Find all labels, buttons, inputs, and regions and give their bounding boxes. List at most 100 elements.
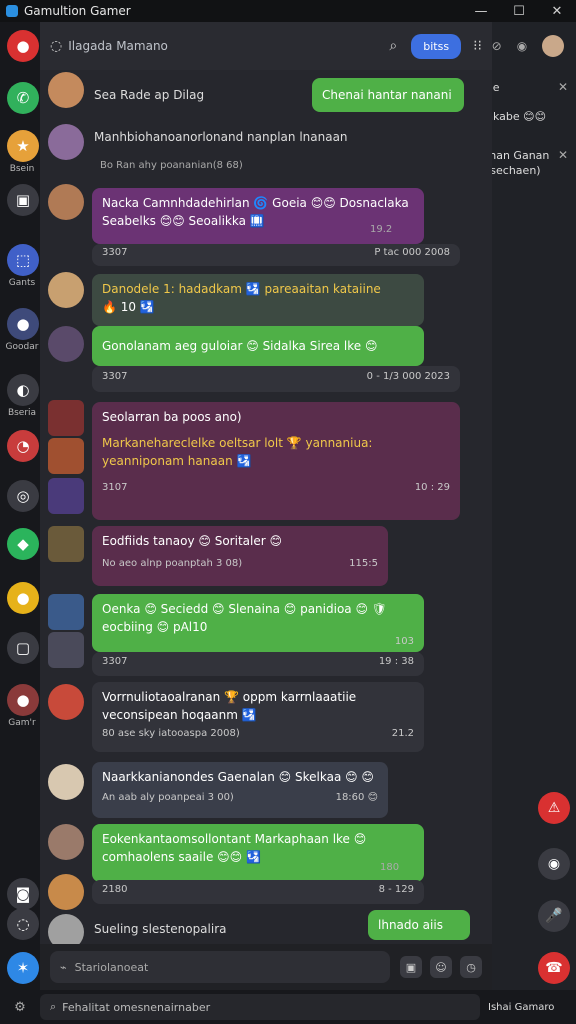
right-panel: ⊘ ◉ ae nkabe 😊😊 ✕ Ihan Ganan (sechaen) ✕… — [480, 22, 576, 1024]
message-text: Eodfiids tanaoy 😊 Soritaler 😊 — [102, 534, 282, 548]
avatar[interactable] — [48, 764, 84, 800]
right-card-1-emoji: nkabe 😊😊 — [486, 110, 547, 123]
app-icon — [6, 5, 18, 17]
header-action-button[interactable]: bitss — [411, 33, 462, 59]
message-time: 180 — [380, 862, 400, 873]
search-icon: ⌕ — [50, 1000, 57, 1013]
message-bubble[interactable]: Naarkkanianondes Gaenalan 😊 Skelkaa 😊 😊 … — [92, 762, 388, 818]
message-text: Eokenkantaomsollontant Markaphaan lke 😊 … — [102, 832, 367, 864]
rail-item[interactable]: ✶ — [7, 952, 39, 984]
rail-item[interactable]: ▣ — [7, 184, 39, 216]
record-icon[interactable]: ◉ — [538, 848, 570, 880]
close-icon[interactable]: ✕ — [558, 148, 568, 162]
rail-item[interactable]: ◆ — [7, 528, 39, 560]
bottom-bar: ⚙ ⌕ Fehalitat omesnenairnaber Ishai Gama… — [0, 990, 576, 1024]
message-bubble[interactable]: Eodfiids tanaoy 😊 Soritaler 😊 No aeo aln… — [92, 526, 388, 586]
message-bubble[interactable]: Eokenkantaomsollontant Markaphaan lke 😊 … — [92, 824, 424, 882]
window-titlebar: Gamultion Gamer — ☐ ✕ — [0, 0, 576, 22]
minimize-button[interactable]: — — [462, 4, 500, 19]
message-text: Naarkkanianondes Gaenalan 😊 Skelkaa 😊 😊 — [102, 770, 374, 784]
rail-item[interactable]: ★ — [7, 130, 39, 162]
rail-item[interactable]: ◌ — [7, 908, 39, 940]
rail-item[interactable]: ◙ — [7, 878, 39, 910]
rail-item[interactable]: ▢ — [7, 632, 39, 664]
message-bubble[interactable]: Vorrnuliotaoalranan 🏆 oppm karrnlaaatiie… — [92, 682, 424, 752]
clock-icon[interactable]: ◷ — [460, 956, 482, 978]
thumbnail[interactable] — [48, 400, 84, 436]
avatar[interactable] — [48, 326, 84, 362]
message-bubble[interactable]: Gonolanam aeg guloiar 😊 Sidalka Sirea lk… — [92, 326, 424, 366]
message-meta-right: 10 : 29 — [414, 482, 450, 493]
avatar[interactable] — [48, 72, 84, 108]
avatar[interactable] — [48, 824, 84, 860]
link-icon[interactable]: ⊘ — [492, 39, 502, 53]
rail-item[interactable]: ● — [7, 30, 39, 62]
profile-avatar[interactable] — [542, 35, 565, 57]
rail-item[interactable]: ◔ — [7, 430, 39, 462]
message-meta-left: 2180 — [102, 884, 128, 895]
window-controls: — ☐ ✕ — [462, 4, 576, 19]
search-icon[interactable]: ⌕ — [389, 38, 397, 54]
thumbnail[interactable] — [48, 594, 84, 630]
message-input[interactable]: ⌁ Stariolanoeat — [50, 951, 390, 983]
message-time: 115:5 — [349, 558, 378, 569]
message-text: Manhbiohanoanorlonand nanplan lnanaan — [94, 130, 348, 144]
thumbnail[interactable] — [48, 478, 84, 514]
avatar[interactable] — [48, 124, 84, 160]
avatar[interactable] — [48, 184, 84, 220]
attach-icon[interactable]: ⌁ — [60, 961, 67, 974]
message-time: 19.2 — [370, 224, 393, 235]
back-icon[interactable]: ◌ — [50, 38, 62, 54]
sticker-icon[interactable]: ☺ — [430, 956, 452, 978]
thumbnail[interactable] — [48, 632, 84, 668]
message-text: Chenai hantar nanani — [322, 88, 452, 102]
more-icon[interactable]: ⁝⁝ — [473, 38, 482, 54]
message-text: Nacka Camnhdadehirlan 🌀 Goeia 😊😊 Dosnacl… — [102, 196, 409, 228]
message-bubble-outgoing[interactable]: lhnado aiis — [368, 910, 470, 940]
message-bubble-outgoing[interactable]: Chenai hantar nanani — [312, 78, 464, 112]
notification-icon[interactable]: ⚠ — [538, 792, 570, 824]
close-button[interactable]: ✕ — [538, 4, 576, 19]
message-meta-bar: 2180 8 - 129 — [92, 880, 424, 904]
message-bubble[interactable]: Seolarran ba poos ano) Markanehareclelke… — [92, 402, 460, 520]
rail-item[interactable]: ● — [7, 684, 39, 716]
camera-icon[interactable]: ◉ — [517, 39, 527, 53]
bottom-search[interactable]: ⌕ Fehalitat omesnenairnaber — [40, 994, 480, 1020]
message-text: Sueling slestenopalira — [94, 922, 227, 936]
message-text: Sea Rade ap Dilag — [94, 88, 205, 102]
status-text: Ishai Gamaro — [488, 1001, 555, 1013]
rail-item[interactable]: ● — [7, 582, 39, 614]
image-icon[interactable]: ▣ — [400, 956, 422, 978]
rail-item[interactable]: ◐ — [7, 374, 39, 406]
chat-panel: ◌ Ilagada Mamano ⌕ bitss ⁝⁝ Sea Rade ap … — [40, 22, 492, 950]
message-input-placeholder: Stariolanoeat — [74, 960, 149, 974]
rail-item-label: Gam'r — [8, 718, 36, 728]
thumbnail[interactable] — [48, 438, 84, 474]
message-text: Vorrnuliotaoalranan 🏆 oppm karrnlaaatiie — [102, 690, 357, 704]
left-rail: ● ✆ ★ Bsein ▣ ⬚ Gants ● Goodar ◐ Bseria ◔ ◎ ◆ ● ▢ ● Gam'r… — [0, 22, 44, 1024]
settings-icon[interactable]: ⚙ — [0, 1000, 40, 1015]
end-call-icon[interactable]: ☎ — [538, 952, 570, 984]
message-time: 103 — [394, 636, 414, 647]
message-meta-left: 3307 — [102, 656, 128, 667]
message-composer: ⌁ Stariolanoeat ▣ ☺ ◷ — [40, 944, 492, 990]
message-meta-right: 0 - 1/3 000 2023 — [366, 371, 450, 382]
avatar[interactable] — [48, 874, 84, 910]
rail-item[interactable]: ✆ — [7, 82, 39, 114]
maximize-button[interactable]: ☐ — [500, 4, 538, 19]
message-meta-left: 3307 — [102, 247, 128, 258]
rail-item[interactable]: ⬚ — [7, 244, 39, 276]
close-icon[interactable]: ✕ — [558, 80, 568, 94]
message-meta-bar: 3307 P tac 000 2008 — [92, 244, 460, 266]
rail-item-label: Bsein — [9, 164, 35, 174]
message-bubble[interactable]: Oenka 😊 Seciedd 😊 Slenaina 😊 panidioa 😊 … — [92, 594, 424, 652]
mic-icon[interactable]: 🎤 — [538, 900, 570, 932]
rail-item[interactable]: ◎ — [7, 480, 39, 512]
avatar[interactable] — [48, 272, 84, 308]
message-bubble[interactable]: Danodele 1: hadadkam 🛂 pareaaitan kataii… — [92, 274, 424, 326]
message-bubble[interactable]: Nacka Camnhdadehirlan 🌀 Goeia 😊😊 Dosnacl… — [92, 188, 424, 244]
rail-item[interactable]: ● — [7, 308, 39, 340]
message-meta-left: 3307 — [102, 371, 128, 382]
avatar[interactable] — [48, 684, 84, 720]
thumbnail[interactable] — [48, 526, 84, 562]
